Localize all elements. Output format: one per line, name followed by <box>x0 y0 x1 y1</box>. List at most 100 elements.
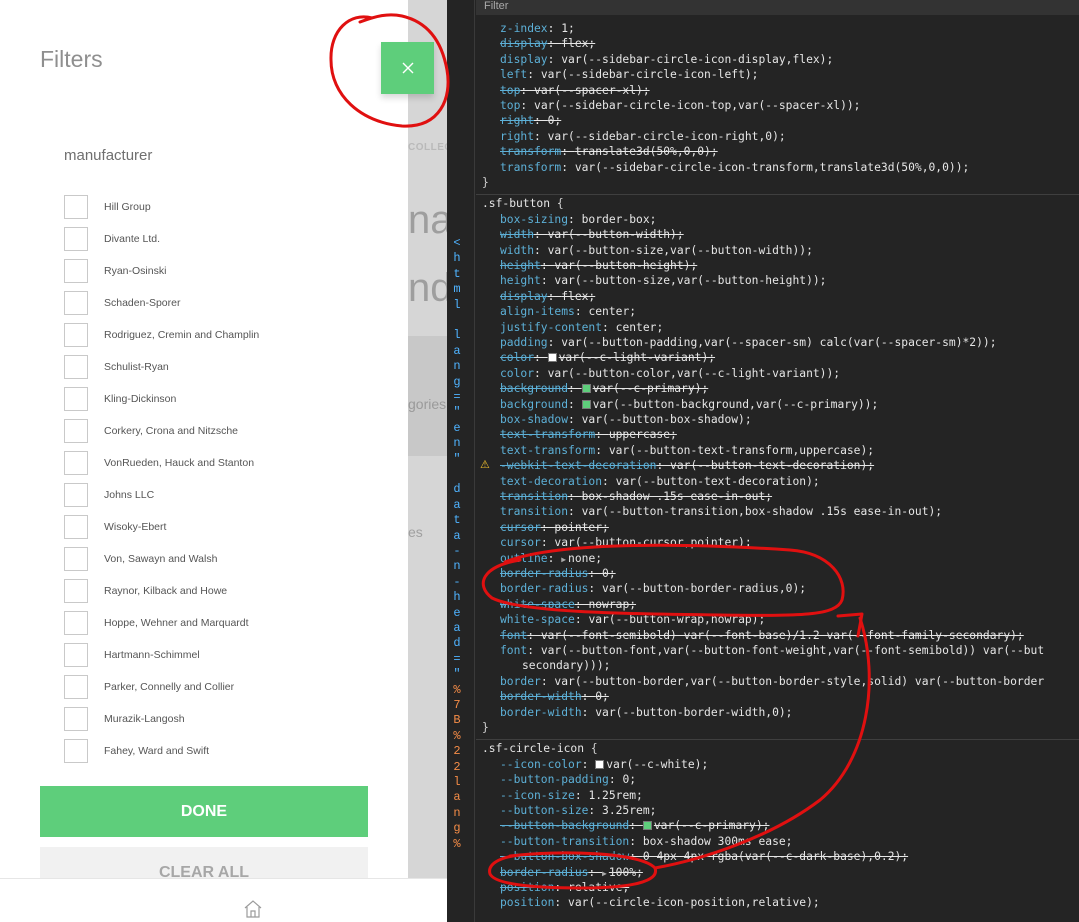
css-declaration[interactable]: --button-transition: box-shadow 300ms ea… <box>500 834 792 849</box>
css-declaration[interactable]: white-space: nowrap; <box>500 597 636 612</box>
css-declaration[interactable]: --icon-size: 1.25rem; <box>500 788 643 803</box>
checkbox[interactable] <box>64 419 88 443</box>
manufacturer-option[interactable]: Ryan-Osinski <box>64 255 384 287</box>
manufacturer-option[interactable]: Wisoky-Ebert <box>64 511 384 543</box>
color-swatch-icon[interactable] <box>581 384 591 394</box>
checkbox[interactable] <box>64 739 88 763</box>
css-value: flex; <box>561 289 596 303</box>
css-declaration[interactable]: border-radius: var(--button-border-radiu… <box>500 581 806 596</box>
manufacturer-option[interactable]: Corkery, Crona and Nitzsche <box>64 415 384 447</box>
manufacturer-option[interactable]: Rodriguez, Cremin and Champlin <box>64 319 384 351</box>
checkbox[interactable] <box>64 259 88 283</box>
css-declaration[interactable]: position: relative; <box>500 880 629 895</box>
css-declaration[interactable]: transition: var(--button-transition,box-… <box>500 504 942 519</box>
expand-triangle-icon[interactable]: ▶ <box>561 555 566 564</box>
css-declaration[interactable]: z-index: 1; <box>500 21 575 36</box>
manufacturer-option[interactable]: Fahey, Ward and Swift <box>64 735 384 767</box>
manufacturer-option[interactable]: Hoppe, Wehner and Marquardt <box>64 607 384 639</box>
checkbox[interactable] <box>64 387 88 411</box>
manufacturer-option[interactable]: Parker, Connelly and Collier <box>64 671 384 703</box>
color-swatch-icon[interactable] <box>581 399 591 409</box>
checkbox[interactable] <box>64 611 88 635</box>
css-declaration[interactable]: outline: ▶ none; <box>500 551 602 566</box>
css-declaration[interactable]: transition: box-shadow .15s ease-in-out; <box>500 489 772 504</box>
css-declaration[interactable]: border: var(--button-border,var(--button… <box>500 674 1044 689</box>
manufacturer-option[interactable]: Schaden-Sporer <box>64 287 384 319</box>
css-declaration[interactable]: position: var(--circle-icon-position,rel… <box>500 895 820 910</box>
checkbox[interactable] <box>64 547 88 571</box>
css-declaration[interactable]: --button-padding: 0; <box>500 772 636 787</box>
color-swatch-icon[interactable] <box>595 759 605 769</box>
manufacturer-option[interactable]: Kling-Dickinson <box>64 383 384 415</box>
checkbox[interactable] <box>64 323 88 347</box>
checkbox[interactable] <box>64 643 88 667</box>
css-declaration[interactable]: border-radius: ▶ 100%; <box>500 865 643 880</box>
css-declaration[interactable]: right: var(--sidebar-circle-icon-right,0… <box>500 129 786 144</box>
css-declaration[interactable]: text-transform: var(--button-text-transf… <box>500 443 874 458</box>
css-declaration[interactable]: justify-content: center; <box>500 320 663 335</box>
checkbox[interactable] <box>64 355 88 379</box>
manufacturer-option[interactable]: Divante Ltd. <box>64 223 384 255</box>
css-declaration[interactable]: right: 0; <box>500 113 561 128</box>
checkbox[interactable] <box>64 483 88 507</box>
css-declaration[interactable]: background: var(--c-primary); <box>500 381 708 396</box>
css-declaration[interactable]: cursor: var(--button-cursor,pointer); <box>500 535 752 550</box>
done-button[interactable]: DONE <box>40 786 368 837</box>
css-declaration[interactable]: border-width: var(--button-border-width,… <box>500 705 792 720</box>
checkbox[interactable] <box>64 291 88 315</box>
css-declaration[interactable]: cursor: pointer; <box>500 520 609 535</box>
css-declaration[interactable]: left: var(--sidebar-circle-icon-left); <box>500 67 758 82</box>
manufacturer-option[interactable]: Hartmann-Schimmel <box>64 639 384 671</box>
css-declaration[interactable]: text-decoration: var(--button-text-decor… <box>500 474 820 489</box>
css-declaration[interactable]: display: var(--sidebar-circle-icon-displ… <box>500 52 833 67</box>
css-declaration[interactable]: height: var(--button-size,var(--button-h… <box>500 273 826 288</box>
css-declaration[interactable]: --button-background: var(--c-primary); <box>500 818 769 833</box>
css-declaration[interactable]: height: var(--button-height); <box>500 258 697 273</box>
close-button[interactable] <box>381 42 434 94</box>
css-declaration[interactable]: display: flex; <box>500 289 595 304</box>
manufacturer-option[interactable]: Murazik-Langosh <box>64 703 384 735</box>
css-declaration[interactable]: background: var(--button-background,var(… <box>500 397 878 412</box>
css-declaration[interactable]: display: flex; <box>500 36 595 51</box>
manufacturer-option[interactable]: Johns LLC <box>64 479 384 511</box>
checkbox[interactable] <box>64 195 88 219</box>
css-declaration[interactable]: border-radius: 0; <box>500 566 616 581</box>
manufacturer-option[interactable]: VonRueden, Hauck and Stanton <box>64 447 384 479</box>
css-declaration[interactable]: -webkit-text-decoration: var(--button-te… <box>500 458 874 473</box>
css-declaration[interactable]: top: var(--spacer-xl); <box>500 83 650 98</box>
manufacturer-option[interactable]: Hill Group <box>64 191 384 223</box>
manufacturer-option[interactable]: Schulist-Ryan <box>64 351 384 383</box>
css-declaration[interactable]: --button-box-shadow: 0 4px 4px rgba(var(… <box>500 849 908 864</box>
css-declaration[interactable]: box-shadow: var(--button-box-shadow); <box>500 412 752 427</box>
css-declaration[interactable]: width: var(--button-width); <box>500 227 684 242</box>
manufacturer-option[interactable]: Von, Sawayn and Walsh <box>64 543 384 575</box>
css-declaration[interactable]: transform: var(--sidebar-circle-icon-tra… <box>500 160 969 175</box>
css-declaration[interactable]: transform: translate3d(50%,0,0); <box>500 144 718 159</box>
color-swatch-icon[interactable] <box>642 821 652 831</box>
css-declaration[interactable]: padding: var(--button-padding,var(--spac… <box>500 335 997 350</box>
css-declaration[interactable]: color: var(--c-light-variant); <box>500 350 715 365</box>
css-declaration[interactable]: --icon-color: var(--c-white); <box>500 757 708 772</box>
checkbox[interactable] <box>64 675 88 699</box>
manufacturer-option[interactable]: Raynor, Kilback and Howe <box>64 575 384 607</box>
styles-filter-input[interactable]: Filter <box>476 0 1079 15</box>
css-declaration[interactable]: width: var(--button-size,var(--button-wi… <box>500 243 813 258</box>
home-icon[interactable] <box>243 899 263 919</box>
css-declaration[interactable]: color: var(--button-color,var(--c-light-… <box>500 366 840 381</box>
css-declaration[interactable]: white-space: var(--button-wrap,nowrap); <box>500 612 765 627</box>
checkbox[interactable] <box>64 227 88 251</box>
checkbox[interactable] <box>64 707 88 731</box>
expand-triangle-icon[interactable]: ▶ <box>602 869 607 878</box>
checkbox[interactable] <box>64 579 88 603</box>
css-declaration[interactable]: --button-size: 3.25rem; <box>500 803 656 818</box>
css-declaration[interactable]: font: var(--button-font,var(--button-fon… <box>500 643 1044 658</box>
css-declaration[interactable]: border-width: 0; <box>500 689 609 704</box>
css-declaration[interactable]: top: var(--sidebar-circle-icon-top,var(-… <box>500 98 860 113</box>
checkbox[interactable] <box>64 451 88 475</box>
checkbox[interactable] <box>64 515 88 539</box>
css-declaration[interactable]: text-transform: uppercase; <box>500 427 677 442</box>
css-declaration[interactable]: align-items: center; <box>500 304 636 319</box>
css-declaration[interactable]: font: var(--font-semibold) var(--font-ba… <box>500 628 1024 643</box>
color-swatch-icon[interactable] <box>547 353 557 363</box>
css-declaration[interactable]: box-sizing: border-box; <box>500 212 656 227</box>
